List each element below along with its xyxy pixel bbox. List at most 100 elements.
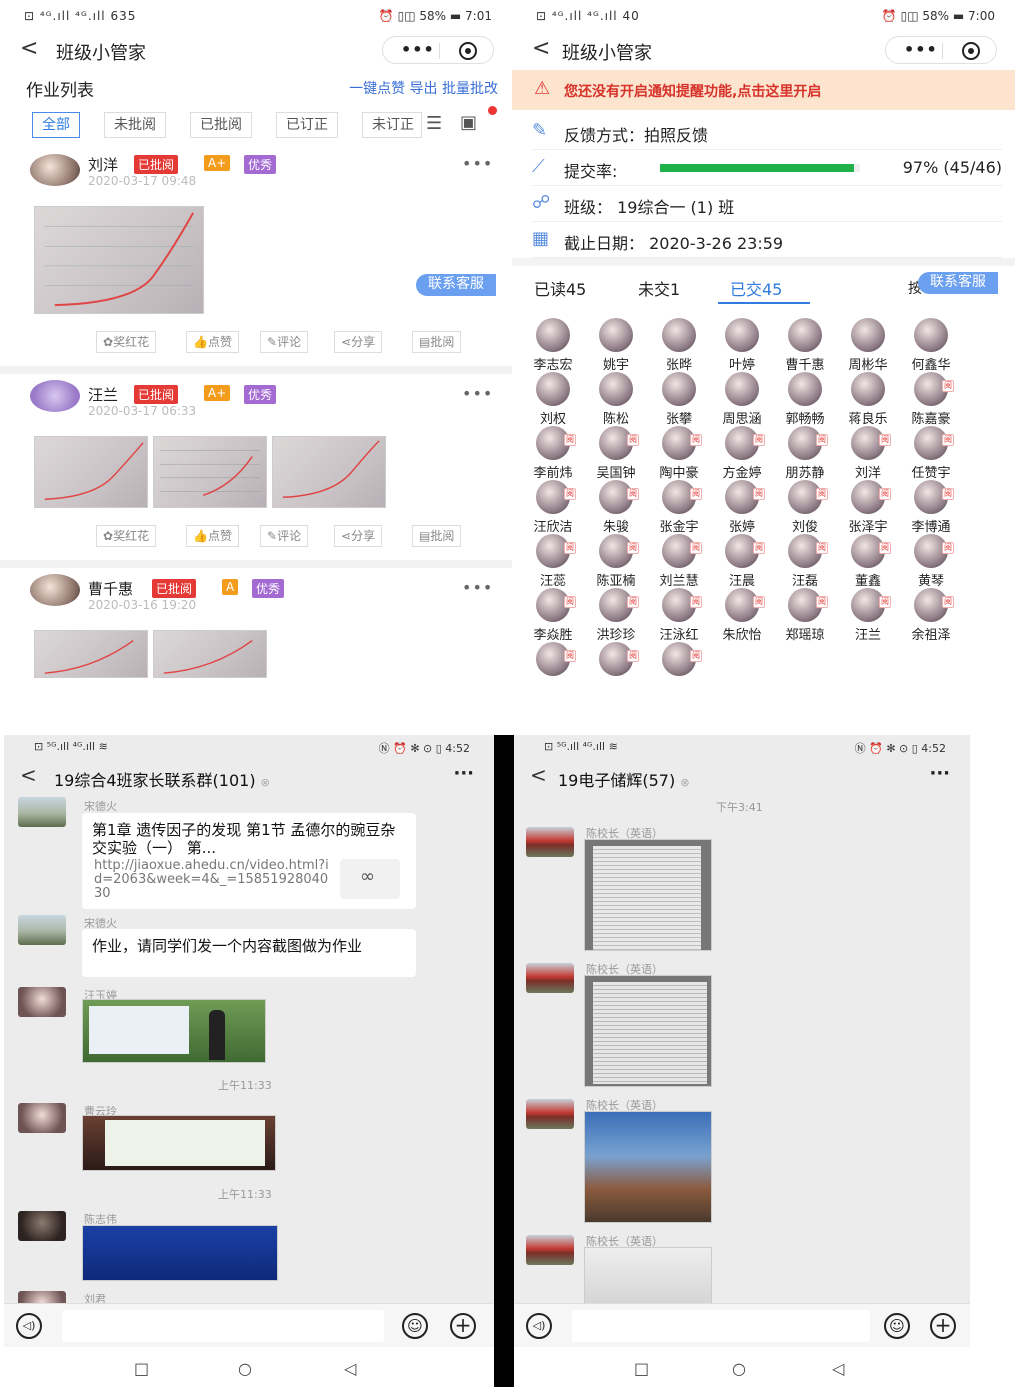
tab-submitted[interactable]: 已交45	[730, 276, 782, 300]
avatar[interactable]	[18, 987, 66, 1017]
avatar[interactable]	[526, 1099, 574, 1129]
award-flower-button[interactable]: ✿奖红花	[96, 525, 157, 547]
filter-corrected[interactable]: 已订正	[276, 112, 338, 138]
more-icon[interactable]: •••	[462, 578, 493, 597]
student-item[interactable]: 阅汪欣洁	[522, 480, 584, 535]
like-button[interactable]: 👍点赞	[186, 331, 239, 353]
review-button[interactable]: ▤批阅	[412, 525, 462, 547]
homework-photo[interactable]	[34, 436, 148, 508]
student-item[interactable]: 阅陈嘉豪	[900, 372, 962, 427]
student-item[interactable]: 阅余祖泽	[900, 588, 962, 643]
comment-button[interactable]: ✎评论	[260, 331, 309, 353]
back-icon[interactable]: <	[20, 763, 37, 787]
voice-icon[interactable]: ◁)	[526, 1313, 552, 1339]
customer-service-button[interactable]: 联系客服	[918, 272, 998, 294]
student-item[interactable]: 陈松	[585, 372, 647, 427]
award-flower-button[interactable]: ✿奖红花	[96, 331, 157, 353]
like-button[interactable]: 👍点赞	[186, 525, 239, 547]
more-icon[interactable]: ···	[453, 763, 474, 784]
image-message[interactable]	[584, 839, 712, 951]
student-item[interactable]: 阅刘俊	[774, 480, 836, 535]
student-item[interactable]: 阅朱欣怡	[711, 588, 773, 643]
student-item[interactable]: 阅陶中豪	[648, 426, 710, 481]
close-target-icon[interactable]	[962, 42, 980, 60]
notification-warning[interactable]: ⚠ 您还没有开启通知提醒功能,点击这里开启	[512, 70, 1015, 110]
share-button[interactable]: ⋖分享	[334, 525, 383, 547]
student-item[interactable]: 阅朋苏静	[774, 426, 836, 481]
student-item[interactable]: 曹千惠	[774, 318, 836, 373]
homework-photo[interactable]	[34, 630, 148, 678]
student-item[interactable]: 阅汪兰	[837, 588, 899, 643]
student-item[interactable]: 阅汪晨	[711, 534, 773, 589]
student-item[interactable]: 阅李博通	[900, 480, 962, 535]
image-message[interactable]	[584, 1111, 712, 1223]
student-item[interactable]: 郭畅畅	[774, 372, 836, 427]
student-item[interactable]: 何鑫华	[900, 318, 962, 373]
homework-photo[interactable]	[153, 436, 267, 508]
link-card[interactable]: 第1章 遗传因子的发现 第1节 孟德尔的豌豆杂交实验（一） 第... http:…	[82, 813, 416, 909]
plus-icon[interactable]: +	[930, 1313, 956, 1339]
message-input[interactable]	[62, 1310, 384, 1342]
more-icon[interactable]: •••	[462, 384, 493, 403]
student-item[interactable]: 阅陈亚楠	[585, 534, 647, 589]
student-item[interactable]: 李志宏	[522, 318, 584, 373]
emoji-icon[interactable]: ☺	[884, 1313, 910, 1339]
student-item[interactable]: 阅	[585, 642, 647, 690]
student-item[interactable]: 阅吴国钟	[585, 426, 647, 481]
student-item[interactable]: 阅洪珍珍	[585, 588, 647, 643]
avatar[interactable]	[18, 1211, 66, 1241]
more-icon[interactable]: •••	[904, 40, 938, 59]
student-item[interactable]: 阅汪泳红	[648, 588, 710, 643]
student-item[interactable]: 阅董鑫	[837, 534, 899, 589]
more-icon[interactable]: •••	[462, 154, 493, 173]
filter-uncorrected[interactable]: 未订正	[362, 112, 422, 138]
student-item[interactable]: 阅李前炜	[522, 426, 584, 481]
filter-all[interactable]: 全部	[32, 112, 80, 138]
student-item[interactable]: 阅李焱胜	[522, 588, 584, 643]
home-icon[interactable]: ○	[732, 1359, 746, 1378]
grid-icon[interactable]: ▣	[460, 112, 477, 133]
recent-apps-icon[interactable]: □	[134, 1359, 149, 1378]
avatar[interactable]	[18, 797, 66, 827]
plus-icon[interactable]: +	[450, 1313, 476, 1339]
student-item[interactable]: 阅刘兰慧	[648, 534, 710, 589]
student-item[interactable]: 叶婷	[711, 318, 773, 373]
avatar[interactable]	[526, 1235, 574, 1265]
filter-reviewed[interactable]: 已批阅	[190, 112, 252, 138]
student-item[interactable]: 周思涵	[711, 372, 773, 427]
student-item[interactable]: 张晔	[648, 318, 710, 373]
student-item[interactable]: 阅张泽宇	[837, 480, 899, 535]
review-button[interactable]: ▤批阅	[412, 331, 462, 353]
back-icon[interactable]: <	[532, 36, 550, 61]
student-item[interactable]: 蒋良乐	[837, 372, 899, 427]
close-target-icon[interactable]	[459, 42, 477, 60]
student-item[interactable]: 阅	[522, 642, 584, 690]
student-item[interactable]: 阅朱骏	[585, 480, 647, 535]
batch-actions[interactable]: 一键点赞 导出 批量批改	[349, 78, 498, 98]
student-item[interactable]: 张攀	[648, 372, 710, 427]
home-icon[interactable]: ○	[238, 1359, 252, 1378]
back-icon[interactable]: <	[530, 763, 547, 787]
homework-photo[interactable]	[153, 630, 267, 678]
voice-icon[interactable]: ◁)	[16, 1313, 42, 1339]
filter-unreviewed[interactable]: 未批阅	[104, 112, 166, 138]
image-message[interactable]	[82, 1115, 276, 1171]
image-message[interactable]	[82, 1225, 278, 1281]
message-input[interactable]	[572, 1310, 870, 1342]
recent-apps-icon[interactable]: □	[634, 1359, 649, 1378]
student-item[interactable]: 阅	[648, 642, 710, 690]
homework-photo[interactable]	[272, 436, 386, 508]
share-button[interactable]: ⋖分享	[334, 331, 383, 353]
tab-not-submitted[interactable]: 未交1	[638, 276, 680, 300]
student-item[interactable]: 姚宇	[585, 318, 647, 373]
back-nav-icon[interactable]: ◁	[832, 1359, 844, 1378]
back-icon[interactable]: <	[20, 36, 38, 61]
tab-read[interactable]: 已读45	[534, 276, 586, 300]
image-message[interactable]	[82, 999, 266, 1063]
student-item[interactable]: 阅刘洋	[837, 426, 899, 481]
comment-button[interactable]: ✎评论	[260, 525, 309, 547]
student-item[interactable]: 刘权	[522, 372, 584, 427]
student-item[interactable]: 周彬华	[837, 318, 899, 373]
student-item[interactable]: 阅汪磊	[774, 534, 836, 589]
sort-icon[interactable]: ☰	[426, 113, 442, 134]
